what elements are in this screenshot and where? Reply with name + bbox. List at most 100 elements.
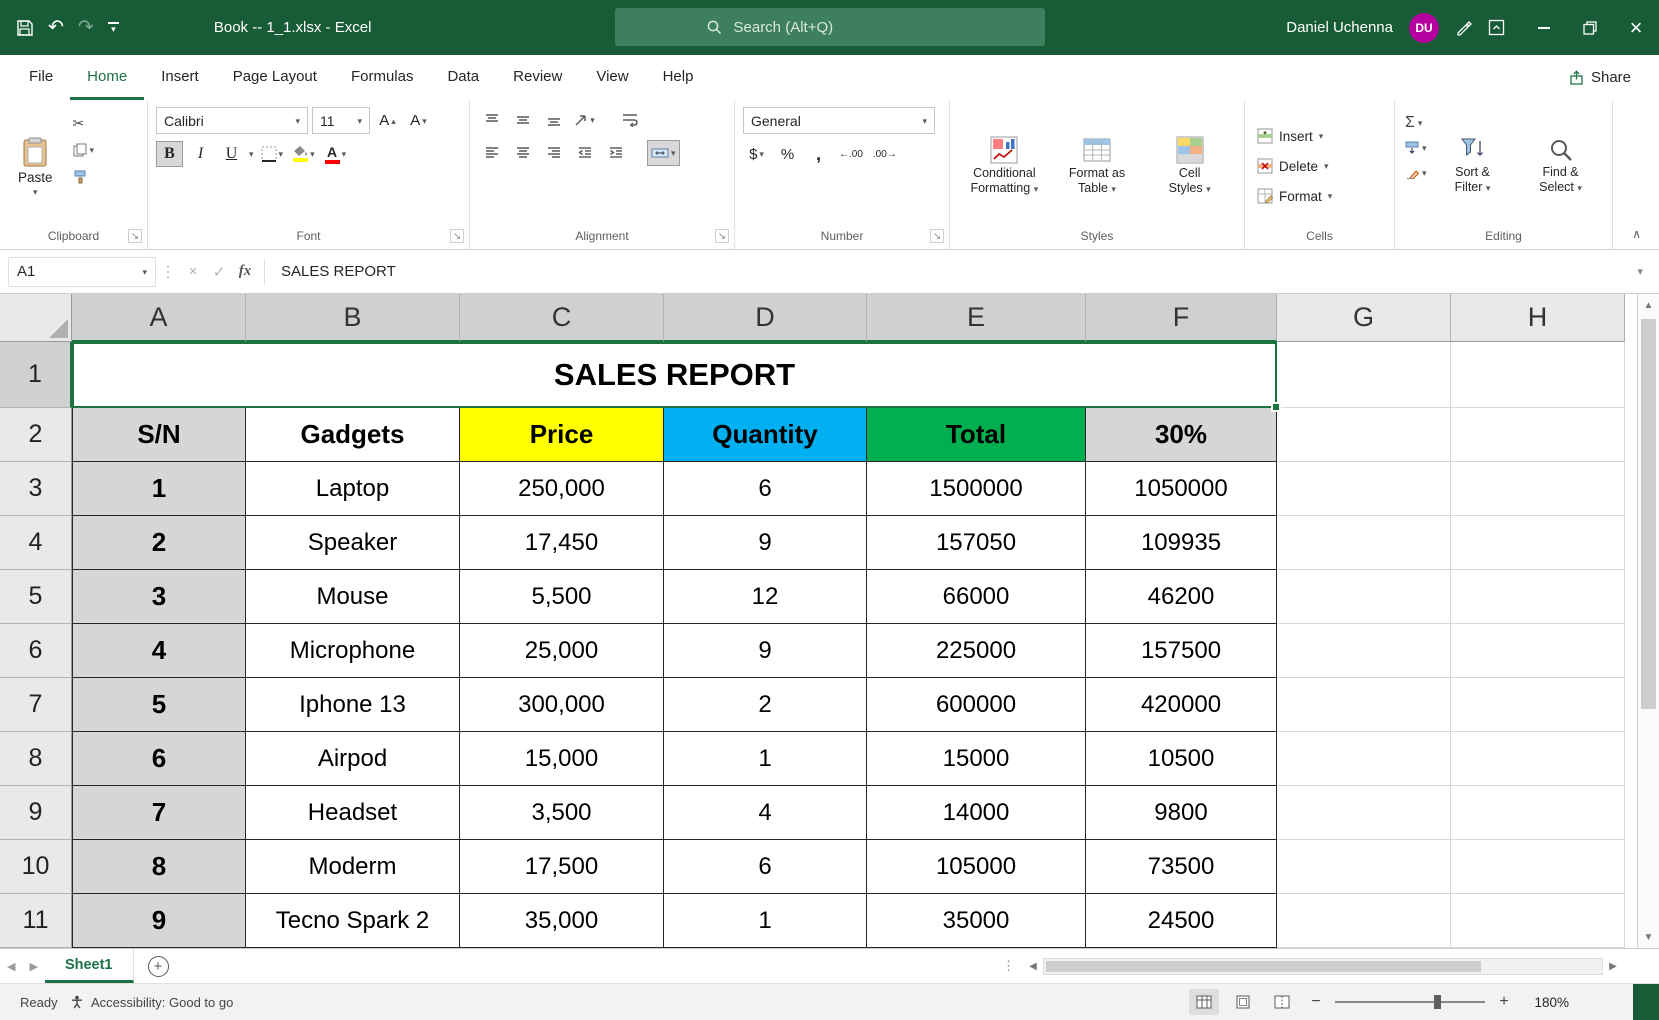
data-cell[interactable]: 6 [664,840,867,894]
empty-cell[interactable] [1451,342,1625,408]
data-cell[interactable]: 12 [664,570,867,624]
align-middle-button[interactable] [509,107,536,133]
column-header-h[interactable]: H [1451,294,1625,342]
horizontal-scrollbar[interactable]: ◀ ▶ [1023,949,1623,983]
decrease-indent-button[interactable] [571,140,598,166]
data-cell[interactable]: 1 [72,462,246,516]
empty-cell[interactable] [1451,570,1625,624]
align-right-button[interactable] [540,140,567,166]
zoom-out-button[interactable]: − [1306,993,1326,1011]
fill-color-button[interactable]: ▾ [290,141,318,167]
scroll-left-button[interactable]: ◀ [1023,961,1043,972]
tab-help[interactable]: Help [646,55,711,100]
data-cell[interactable]: 157050 [867,516,1086,570]
paste-button[interactable]: Paste ▾ [8,107,63,225]
alignment-dialog-launcher[interactable]: ↘ [715,229,729,243]
bold-button[interactable]: B [156,141,183,167]
column-header-e[interactable]: E [867,294,1086,342]
data-cell[interactable]: 157500 [1086,624,1277,678]
select-all-button[interactable] [0,294,72,342]
horizontal-scroll-track[interactable] [1043,958,1603,975]
row-header-9[interactable]: 9 [0,786,72,840]
data-cell[interactable]: 8 [72,840,246,894]
row-header-5[interactable]: 5 [0,570,72,624]
empty-cell[interactable] [1277,678,1451,732]
percent-style-button[interactable]: % [774,141,801,167]
data-cell[interactable]: 5,500 [460,570,664,624]
data-cell[interactable]: Speaker [246,516,460,570]
delete-cells-button[interactable]: Delete ▾ [1253,153,1386,179]
data-cell[interactable]: 66000 [867,570,1086,624]
new-sheet-button[interactable]: + [148,956,169,977]
data-cell[interactable]: 1 [664,732,867,786]
column-header-b[interactable]: B [246,294,460,342]
insert-cells-button[interactable]: Insert ▾ [1253,123,1386,149]
accessibility-status[interactable]: Accessibility: Good to go [70,995,233,1010]
data-cell[interactable]: 9 [664,516,867,570]
table-header-cell[interactable]: S/N [72,408,246,462]
search-box[interactable] [615,8,1045,46]
data-cell[interactable]: 24500 [1086,894,1277,948]
data-cell[interactable]: 6 [72,732,246,786]
data-cell[interactable]: 1500000 [867,462,1086,516]
data-cell[interactable]: Microphone [246,624,460,678]
tab-insert[interactable]: Insert [144,55,216,100]
vertical-scroll-thumb[interactable] [1641,319,1656,709]
format-as-table-button[interactable]: Format asTable ▾ [1051,136,1144,196]
empty-cell[interactable] [1451,732,1625,786]
insert-function-button[interactable]: fx [232,258,258,286]
increase-font-size-button[interactable]: A▴ [374,108,401,134]
row-header-11[interactable]: 11 [0,894,72,948]
avatar[interactable]: DU [1409,13,1439,43]
number-dialog-launcher[interactable]: ↘ [930,229,944,243]
vertical-scrollbar[interactable]: ▲ ▼ [1637,294,1659,948]
column-header-d[interactable]: D [664,294,867,342]
align-top-button[interactable] [478,107,505,133]
merged-title-cell[interactable]: SALES REPORT [72,342,1277,408]
format-cells-button[interactable]: Format ▾ [1253,183,1386,209]
sheet-tab-sheet1[interactable]: Sheet1 [45,949,134,983]
empty-cell[interactable] [1277,570,1451,624]
zoom-slider[interactable] [1335,994,1485,1010]
row-header-8[interactable]: 8 [0,732,72,786]
sort-filter-button[interactable]: Sort &Filter ▾ [1431,107,1515,225]
ribbon-display-options-button[interactable] [1488,19,1505,36]
vertical-scroll-track[interactable] [1638,316,1659,926]
clear-button[interactable]: ▾ [1405,163,1427,183]
decrease-font-size-button[interactable]: A▾ [405,108,432,134]
empty-cell[interactable] [1451,786,1625,840]
data-cell[interactable]: 5 [72,678,246,732]
table-header-cell[interactable]: Gadgets [246,408,460,462]
autosum-button[interactable]: Σ▾ [1405,113,1427,133]
cut-button[interactable]: ✂ [73,113,95,133]
data-cell[interactable]: 10500 [1086,732,1277,786]
data-cell[interactable]: Airpod [246,732,460,786]
italic-button[interactable]: I [187,141,214,167]
data-cell[interactable]: Moderm [246,840,460,894]
data-cell[interactable]: 3,500 [460,786,664,840]
minimize-button[interactable] [1521,0,1567,55]
data-cell[interactable]: 9 [664,624,867,678]
copy-button[interactable]: ▾ [73,140,95,160]
data-cell[interactable]: 2 [664,678,867,732]
tab-scrollbar-splitter[interactable]: ⋮ [994,958,1023,974]
scroll-up-button[interactable]: ▲ [1638,294,1659,316]
borders-button[interactable]: ▾ [258,141,287,167]
data-cell[interactable]: 46200 [1086,570,1277,624]
data-cell[interactable]: 1 [664,894,867,948]
table-header-cell[interactable]: Quantity [664,408,867,462]
data-cell[interactable]: Mouse [246,570,460,624]
page-break-preview-button[interactable] [1267,989,1297,1015]
name-box-dropdown-icon[interactable]: ▾ [142,268,147,276]
data-cell[interactable]: Iphone 13 [246,678,460,732]
data-cell[interactable]: 109935 [1086,516,1277,570]
normal-view-button[interactable] [1189,989,1219,1015]
row-header-3[interactable]: 3 [0,462,72,516]
align-bottom-button[interactable] [540,107,567,133]
empty-cell[interactable] [1277,786,1451,840]
previous-sheet-button[interactable]: ◀ [0,960,22,973]
data-cell[interactable]: 15000 [867,732,1086,786]
cell-styles-button[interactable]: CellStyles ▾ [1143,136,1236,196]
row-header-6[interactable]: 6 [0,624,72,678]
formula-input[interactable]: SALES REPORT [271,263,1637,280]
